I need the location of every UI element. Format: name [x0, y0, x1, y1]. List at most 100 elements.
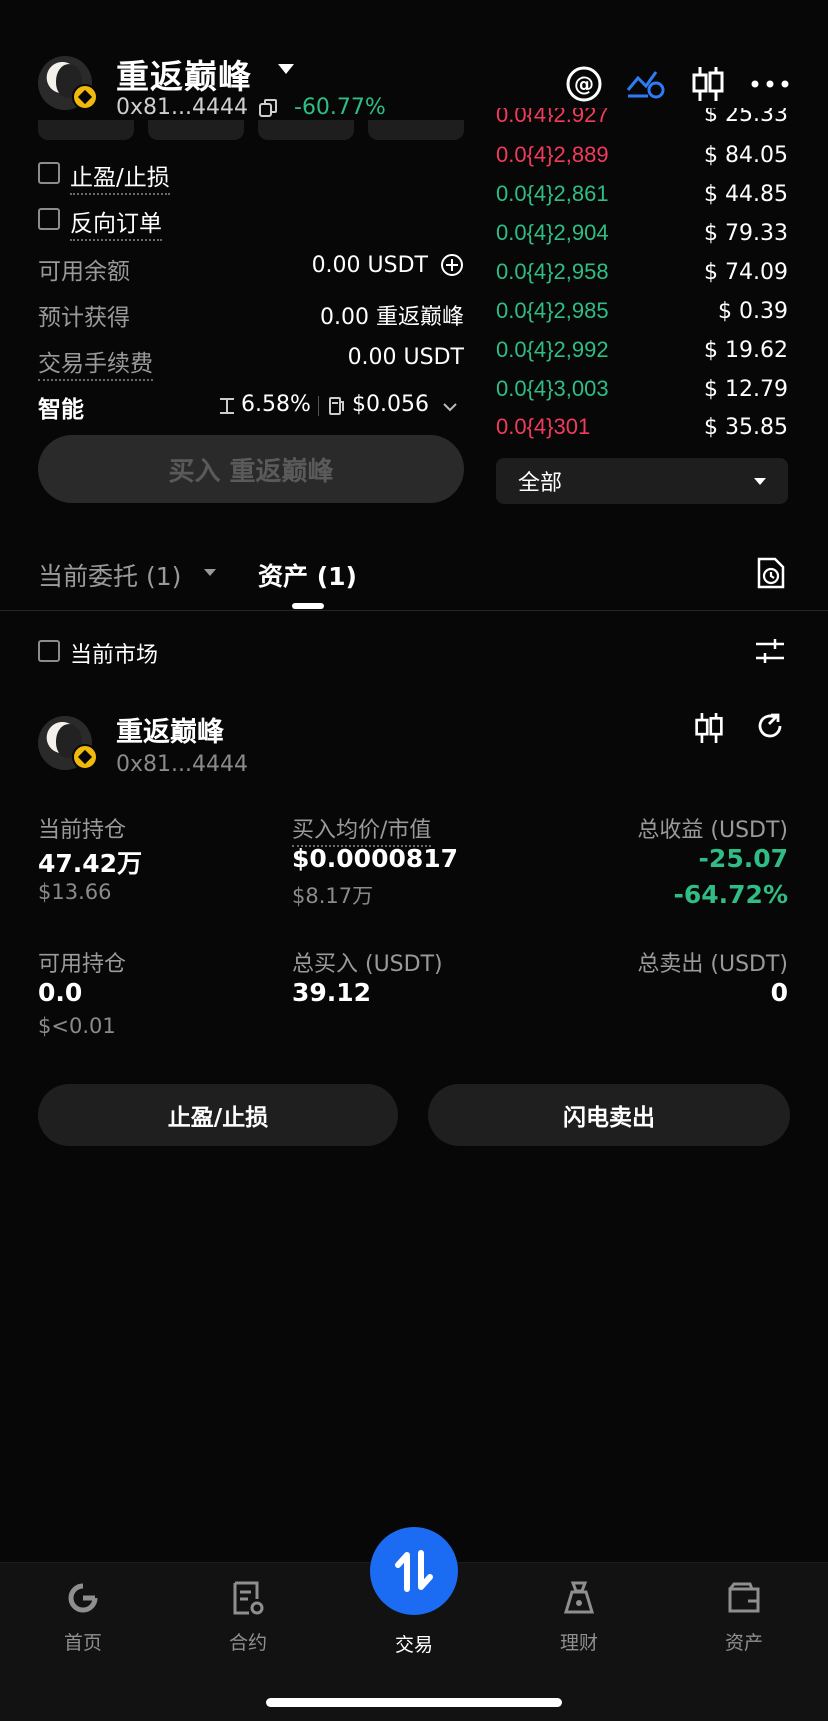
nav-contract[interactable]: 合约: [193, 1578, 303, 1655]
holding-value: 47.42万: [38, 849, 143, 878]
order-book-row[interactable]: 0.0{4}2,958 $ 74.09: [496, 253, 788, 291]
order-history-icon[interactable]: [756, 556, 786, 594]
order-book-row[interactable]: 0.0{4}2,889 $ 84.05: [496, 136, 788, 174]
tab-open-orders[interactable]: 当前委托 (1): [38, 557, 181, 593]
current-market-checkbox[interactable]: [38, 640, 60, 662]
active-tab-indicator: [292, 603, 324, 609]
home-indicator: [266, 1698, 562, 1707]
take-profit-checkbox[interactable]: [38, 162, 60, 184]
avg-price-value: $0.0000817: [292, 844, 459, 873]
holding-usd: $13.66: [38, 880, 112, 904]
order-book-value: $ 74.09: [704, 259, 788, 285]
order-book-row[interactable]: 0.0{4}2,904 $ 79.33: [496, 214, 788, 252]
order-book-row[interactable]: 0.0{4}2,861 $ 44.85: [496, 175, 788, 213]
tab-open-orders-label: 当前委托 (1): [38, 562, 182, 591]
order-book-price: 0.0{4}2,861: [496, 181, 609, 206]
order-book-price: 0.0{4}3,003: [496, 376, 609, 401]
nav-assets-label: 资产: [724, 1632, 763, 1654]
expected-receive-label: 预计获得: [38, 305, 130, 331]
position-token-name: 重返巅峰: [116, 717, 224, 748]
amount-preset-1[interactable]: [38, 120, 134, 140]
nav-finance[interactable]: 理财: [524, 1578, 634, 1655]
chevron-down-icon[interactable]: [442, 398, 458, 417]
price-change: -60.77%: [294, 95, 386, 120]
trade-fab-button[interactable]: [370, 1527, 458, 1615]
amount-preset-2[interactable]: [148, 120, 244, 140]
add-funds-icon[interactable]: [440, 253, 464, 281]
at-icon[interactable]: @: [564, 64, 604, 104]
amount-preset-3[interactable]: [258, 120, 354, 140]
reverse-order-checkbox[interactable]: [38, 208, 60, 230]
trading-fee-label: 交易手续费: [38, 351, 153, 381]
finance-icon: [559, 1578, 599, 1618]
price-alert-icon[interactable]: [626, 64, 666, 104]
total-pnl-label: 总收益 (USDT): [637, 818, 788, 843]
candlestick-icon[interactable]: [694, 710, 724, 750]
amount-preset-4[interactable]: [368, 120, 464, 140]
svg-text:@: @: [574, 72, 594, 96]
separator: [318, 396, 319, 416]
flash-sell-button[interactable]: 闪电卖出: [428, 1084, 790, 1146]
nav-contract-label: 合约: [228, 1632, 267, 1654]
total-pnl-pct: -64.72%: [673, 880, 788, 909]
order-book-row[interactable]: 0.0{4}3,003 $ 12.79: [496, 370, 788, 408]
token-address: 0x81...4444: [116, 95, 248, 120]
gas-icon: [328, 396, 346, 420]
tp-sl-button[interactable]: 止盈/止损: [38, 1084, 398, 1146]
order-book-price: 0.0{4}2,927: [496, 108, 609, 122]
order-book-price: 0.0{4}2,985: [496, 298, 609, 323]
order-book-price: 0.0{4}2,904: [496, 220, 609, 245]
nav-assets[interactable]: 资产: [689, 1578, 799, 1655]
wallet-icon: [724, 1578, 764, 1618]
holding-label: 当前持仓: [38, 818, 127, 843]
gas-fee-value[interactable]: $0.056: [352, 392, 429, 417]
order-book-price: 0.0{4}2,992: [496, 337, 609, 362]
tabs-divider: [0, 610, 828, 611]
order-book-row[interactable]: 0.0{4}2,927 $ 25.33: [496, 108, 788, 122]
home-icon: [63, 1578, 103, 1618]
order-book-value: $ 44.85: [704, 181, 788, 207]
available-holding-usd: $<0.01: [38, 1014, 116, 1038]
order-book-value: $ 79.33: [704, 220, 788, 246]
available-balance-value: 0.00 USDT: [311, 253, 428, 278]
token-name: 重返巅峰: [116, 57, 252, 96]
candlestick-icon[interactable]: [688, 64, 728, 104]
tab-dropdown-icon[interactable]: [204, 569, 216, 576]
nav-home[interactable]: 首页: [28, 1578, 138, 1655]
order-book-value: $ 19.62: [704, 337, 788, 363]
slippage-value[interactable]: 6.58%: [241, 392, 311, 417]
expected-receive-value: 0.00 重返巅峰: [320, 305, 464, 330]
order-book-value: $ 25.33: [704, 108, 788, 122]
token-dropdown-icon[interactable]: [278, 64, 294, 74]
order-book-row[interactable]: 0.0{4}2,992 $ 19.62: [496, 331, 788, 369]
tab-assets[interactable]: 资产 (1): [258, 557, 357, 593]
nav-finance-label: 理财: [559, 1632, 598, 1654]
trading-fee-value: 0.00 USDT: [347, 345, 464, 370]
swap-arrows-icon: [395, 1550, 433, 1592]
bnb-chain-icon: [72, 744, 98, 770]
filter-settings-icon[interactable]: [754, 636, 786, 670]
nav-trade-label[interactable]: 交易: [359, 1630, 469, 1657]
copy-icon[interactable]: [258, 98, 278, 122]
available-holding-label: 可用持仓: [38, 952, 127, 977]
contract-icon: [228, 1578, 268, 1618]
share-icon[interactable]: [754, 710, 786, 746]
order-book-row[interactable]: 0.0{4}301 $ 35.85: [496, 408, 788, 446]
available-holding-value: 0.0: [38, 978, 83, 1007]
smart-mode-label: 智能: [38, 397, 84, 423]
order-book-row[interactable]: 0.0{4}2,985 $ 0.39: [496, 292, 788, 330]
nav-home-label: 首页: [63, 1632, 102, 1654]
position-token-address: 0x81...4444: [116, 752, 248, 777]
tab-assets-label: 资产 (1): [258, 562, 357, 591]
total-sell-label: 总卖出 (USDT): [637, 952, 788, 977]
caret-down-icon: [754, 477, 766, 485]
order-book-value: $ 12.79: [704, 376, 788, 402]
token-avatar: [38, 56, 98, 110]
order-book-price: 0.0{4}301: [496, 414, 591, 439]
order-book-value: $ 35.85: [704, 414, 788, 440]
more-icon[interactable]: [750, 64, 790, 104]
order-book-price: 0.0{4}2,958: [496, 259, 609, 284]
order-book-filter[interactable]: 全部: [496, 458, 788, 504]
buy-button[interactable]: 买入 重返巅峰: [38, 435, 464, 503]
avg-price-label: 买入均价/市值: [292, 818, 432, 847]
